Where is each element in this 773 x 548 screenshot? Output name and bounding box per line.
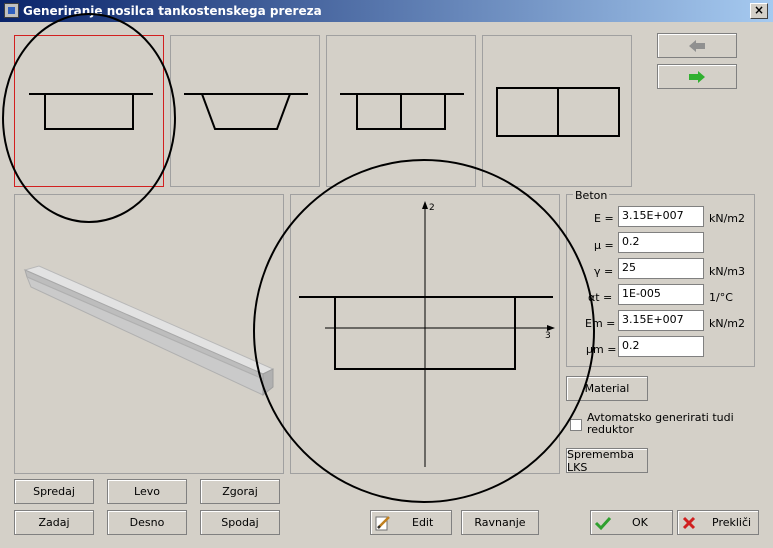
next-button[interactable] — [657, 64, 737, 89]
previous-button[interactable] — [657, 33, 737, 58]
app-icon — [4, 3, 19, 18]
ravnanje-button[interactable]: Ravnanje — [461, 510, 539, 535]
mu-label: μ = — [594, 239, 614, 252]
close-button[interactable]: × — [750, 3, 768, 19]
single-box-shape — [29, 93, 153, 130]
auto-reductor-checkbox[interactable] — [570, 419, 582, 431]
window-title: Generiranje nosilca tankostenskega prere… — [23, 4, 322, 18]
em-unit: kN/m2 — [709, 317, 746, 330]
section-type-single-rect[interactable] — [14, 35, 164, 187]
arrow-left-icon — [689, 39, 705, 52]
zgoraj-button[interactable]: Zgoraj — [200, 479, 280, 504]
mu-field[interactable]: 0.2 — [618, 232, 704, 253]
cancel-x-icon — [682, 516, 696, 529]
cancel-button[interactable]: Prekliči — [677, 510, 759, 535]
material-button[interactable]: Material — [566, 376, 648, 401]
auto-reductor-label: Avtomatsko generirati tudi reduktor — [587, 411, 734, 436]
spredaj-button[interactable]: Spredaj — [14, 479, 94, 504]
closed-box-shape — [496, 87, 620, 137]
beam-3d-view[interactable] — [14, 194, 284, 474]
axis-3-label: 3 — [545, 331, 551, 341]
section-type-trapezoid[interactable] — [170, 35, 320, 187]
arrow-right-icon — [689, 70, 705, 83]
mu-m-field[interactable]: 0.2 — [618, 336, 704, 357]
beam-3d-model — [23, 265, 275, 397]
em-field[interactable]: 3.15E+007 — [618, 310, 704, 331]
em-label: Em = — [585, 317, 616, 330]
section-view[interactable]: 2 3 — [290, 194, 560, 474]
title-bar: Generiranje nosilca tankostenskega prere… — [0, 0, 773, 22]
desno-button[interactable]: Desno — [107, 510, 187, 535]
alpha-t-field[interactable]: 1E-005 — [618, 284, 704, 305]
gamma-unit: kN/m3 — [709, 265, 746, 278]
levo-button[interactable]: Levo — [107, 479, 187, 504]
gamma-label: γ = — [594, 265, 614, 278]
e-unit: kN/m2 — [709, 212, 746, 225]
cancel-label: Prekliči — [712, 516, 752, 529]
edit-label: Edit — [412, 516, 434, 529]
section-type-double-cell[interactable] — [326, 35, 476, 187]
lks-button[interactable]: Sprememba LKS — [566, 448, 648, 474]
spodaj-button[interactable]: Spodaj — [200, 510, 280, 535]
edit-button[interactable]: Edit — [370, 510, 452, 535]
zadaj-button[interactable]: Zadaj — [14, 510, 94, 535]
alpha-t-unit: 1/°C — [709, 291, 733, 304]
e-field[interactable]: 3.15E+007 — [618, 206, 704, 227]
ok-button[interactable]: OK — [590, 510, 673, 535]
edit-pencil-icon — [375, 515, 390, 530]
alpha-t-label: αt = — [588, 291, 613, 304]
axis-2-label: 2 — [429, 203, 435, 213]
e-label: E = — [594, 212, 614, 225]
section-drawing — [299, 201, 555, 467]
trapezoid-box-shape — [184, 93, 308, 130]
checkmark-icon — [594, 516, 612, 530]
gamma-field[interactable]: 25 — [618, 258, 704, 279]
double-cell-shape — [340, 93, 464, 130]
mu-m-label: μm = — [586, 343, 617, 356]
ok-label: OK — [632, 516, 648, 529]
section-type-closed-box[interactable] — [482, 35, 632, 187]
beton-group-title: Beton — [573, 189, 610, 202]
